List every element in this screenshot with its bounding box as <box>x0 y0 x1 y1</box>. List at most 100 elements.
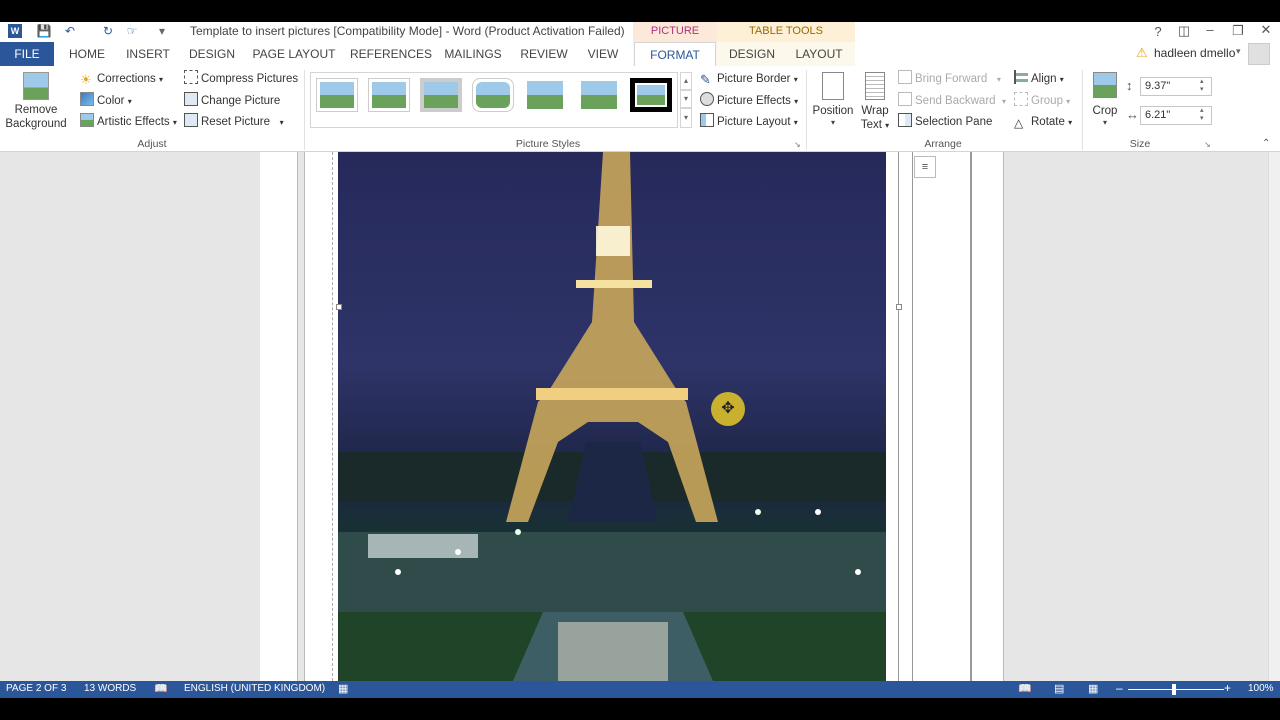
group-button[interactable]: Group ▾ <box>1014 91 1070 112</box>
wrap-text-button[interactable]: Wrap Text ▾ <box>858 70 892 133</box>
picture-resize-handle[interactable] <box>336 304 342 310</box>
gallery-scroll-up-icon[interactable]: ▴ <box>680 72 692 90</box>
zoom-slider[interactable] <box>1128 689 1224 690</box>
corrections-button[interactable]: ☀ Corrections ▾ <box>80 69 163 90</box>
zoom-slider-thumb[interactable] <box>1172 684 1176 695</box>
proofing-icon[interactable]: 📖 <box>154 682 168 695</box>
help-button[interactable]: ? <box>1146 24 1170 39</box>
height-spinner-icon[interactable]: ▴ ▾ <box>1200 78 1204 94</box>
crop-button[interactable]: Crop ▾ <box>1088 70 1122 128</box>
picture-style-1[interactable] <box>316 78 358 112</box>
picture-effects-icon <box>700 92 714 106</box>
tab-page-layout[interactable]: PAGE LAYOUT <box>252 42 336 66</box>
change-picture-icon <box>184 92 198 106</box>
page-count[interactable]: PAGE 2 OF 3 <box>6 683 66 694</box>
artistic-effects-button[interactable]: Artistic Effects ▾ <box>80 112 177 133</box>
chevron-down-icon: ▾ <box>159 75 164 84</box>
picture-resize-handle[interactable] <box>896 304 902 310</box>
undo-icon[interactable]: ↶ <box>62 24 78 38</box>
tab-format[interactable]: FORMAT <box>634 42 716 66</box>
tab-table-layout[interactable]: LAYOUT <box>790 42 848 66</box>
tab-design[interactable]: DESIGN <box>184 42 240 66</box>
gallery-scroll-down-icon[interactable]: ▾ <box>680 90 692 108</box>
tab-insert[interactable]: INSERT <box>122 42 174 66</box>
picture-style-6[interactable] <box>578 78 620 112</box>
chevron-down-icon: ▾ <box>794 97 799 106</box>
picture-layout-button[interactable]: Picture Layout ▾ <box>700 112 798 133</box>
tab-review[interactable]: REVIEW <box>518 42 570 66</box>
width-spinner-icon[interactable]: ▴ ▾ <box>1200 107 1204 123</box>
ribbon-display-icon[interactable]: ◫ <box>1172 23 1196 39</box>
reset-picture-button[interactable]: Reset Picture ▾ <box>184 112 284 133</box>
chevron-down-icon: ▾ <box>830 118 835 127</box>
tab-view[interactable]: VIEW <box>582 42 624 66</box>
avatar[interactable] <box>1248 43 1270 65</box>
reset-picture-icon <box>184 113 198 127</box>
tab-table-design[interactable]: DESIGN <box>724 42 780 66</box>
macro-icon[interactable]: ▦ <box>338 682 348 695</box>
picture-style-4[interactable] <box>472 78 514 112</box>
table-cell-border <box>898 152 899 681</box>
rotate-button[interactable]: △ Rotate ▾ <box>1014 112 1072 133</box>
position-button[interactable]: Position ▾ <box>810 70 856 128</box>
vertical-scrollbar[interactable] <box>1268 152 1280 681</box>
redo-icon[interactable]: ↻ <box>100 24 116 38</box>
tab-references[interactable]: REFERENCES <box>350 42 432 66</box>
rotate-label: Rotate <box>1031 116 1065 128</box>
send-backward-button[interactable]: Send Backward ▾ <box>898 91 1006 112</box>
picture-styles-launcher-icon[interactable]: ↘ <box>794 140 801 149</box>
minimize-button[interactable]: – <box>1198 22 1222 37</box>
print-layout-icon[interactable]: ▤ <box>1054 682 1064 695</box>
zoom-out-icon[interactable]: – <box>1116 681 1123 695</box>
touch-mode-icon[interactable]: ☞ <box>124 24 140 38</box>
tab-home[interactable]: HOME <box>62 42 112 66</box>
user-name[interactable]: hadleen dmello <box>1154 46 1235 60</box>
restore-button[interactable]: ❐ <box>1226 23 1250 39</box>
margin-guide <box>332 152 333 681</box>
close-button[interactable]: ✕ <box>1254 22 1278 38</box>
eiffel-tower-image <box>338 152 886 681</box>
zoom-in-icon[interactable]: + <box>1224 681 1231 695</box>
zoom-level[interactable]: 100% <box>1248 683 1274 694</box>
selection-pane-button[interactable]: Selection Pane <box>898 112 992 132</box>
previous-page-edge <box>260 152 298 681</box>
customize-qat-icon[interactable]: ▾ <box>154 24 170 38</box>
user-menu-chevron-icon[interactable]: ▾ <box>1236 46 1241 57</box>
picture-style-2[interactable] <box>368 78 410 112</box>
picture-layout-icon <box>700 113 714 127</box>
remove-background-label-2: Background <box>5 118 67 130</box>
selection-pane-icon <box>898 113 912 127</box>
language[interactable]: ENGLISH (UNITED KINGDOM) <box>184 683 325 694</box>
gallery-more-icon[interactable]: ▾ <box>680 108 692 128</box>
compress-pictures-button[interactable]: Compress Pictures <box>184 69 298 89</box>
collapse-ribbon-icon[interactable]: ⌃ <box>1262 138 1270 149</box>
size-launcher-icon[interactable]: ↘ <box>1204 140 1211 149</box>
word-count[interactable]: 13 WORDS <box>84 683 136 694</box>
selected-picture[interactable] <box>338 152 886 681</box>
tab-mailings[interactable]: MAILINGS <box>440 42 506 66</box>
window-title: Template to insert pictures [Compatibili… <box>190 24 625 38</box>
tab-file[interactable]: FILE <box>0 42 54 66</box>
chevron-down-icon: ▾ <box>172 118 177 127</box>
web-layout-icon[interactable]: ▦ <box>1088 682 1098 695</box>
remove-background-icon <box>23 72 49 100</box>
adjust-group-label: Adjust <box>137 138 167 150</box>
align-button[interactable]: Align ▾ <box>1014 69 1064 90</box>
picture-style-5[interactable] <box>524 78 566 112</box>
bring-forward-button[interactable]: Bring Forward ▾ <box>898 69 1001 90</box>
color-button[interactable]: Color ▾ <box>80 91 132 112</box>
picture-style-3[interactable] <box>420 78 462 112</box>
change-picture-button[interactable]: Change Picture <box>184 91 280 111</box>
chevron-down-icon: ▾ <box>279 118 284 127</box>
remove-background-button[interactable]: Remove Background <box>4 70 68 136</box>
picture-layout-label: Picture Layout <box>717 116 791 128</box>
word-app-icon[interactable]: W <box>8 24 22 38</box>
read-mode-icon[interactable]: 📖 <box>1018 682 1032 695</box>
layout-options-icon[interactable]: ≡ <box>914 156 936 178</box>
picture-style-7[interactable] <box>630 78 672 112</box>
picture-effects-button[interactable]: Picture Effects ▾ <box>700 91 798 112</box>
save-icon[interactable]: 💾 <box>36 24 52 38</box>
crop-label: Crop <box>1092 105 1118 117</box>
picture-border-button[interactable]: ✎ Picture Border ▾ <box>700 69 798 90</box>
bring-forward-label: Bring Forward <box>915 73 988 85</box>
